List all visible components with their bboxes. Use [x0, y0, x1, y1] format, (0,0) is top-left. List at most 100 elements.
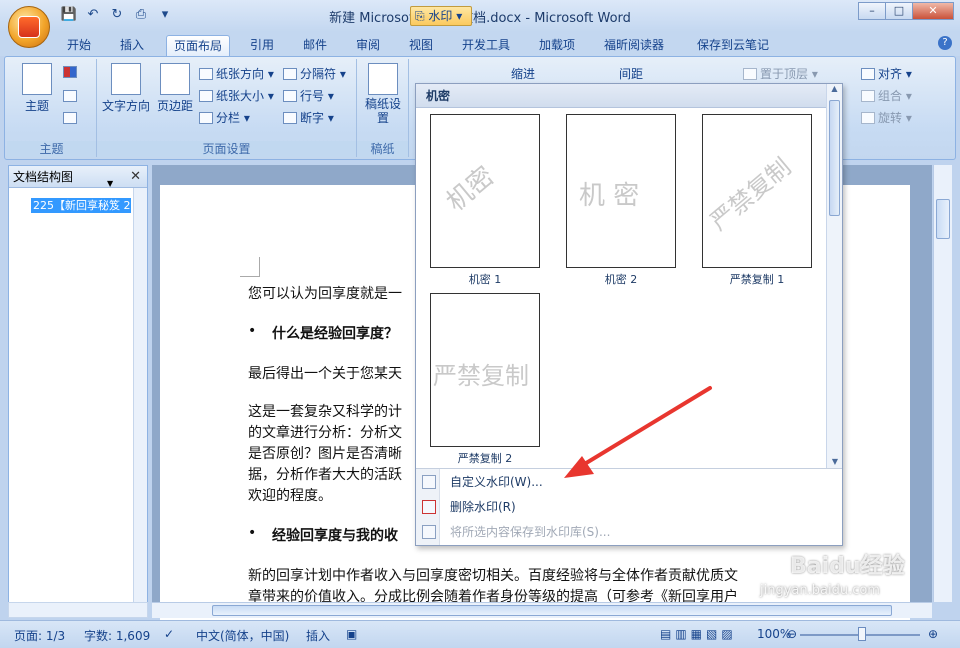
watermark-option-do-not-copy-1[interactable]: 严禁复制 严禁复制 1 — [702, 114, 812, 287]
tab-addins[interactable]: 加载项 — [532, 35, 582, 56]
document-hscrollbar[interactable] — [152, 602, 932, 618]
line-numbers-button[interactable]: 行号 ▾ — [283, 87, 334, 104]
orientation-button[interactable]: 纸张方向 ▾ — [199, 65, 274, 82]
office-button[interactable] — [8, 6, 50, 48]
status-insert-mode[interactable]: 插入 — [306, 627, 330, 644]
document-vscrollbar[interactable] — [933, 165, 952, 602]
window-title: 新建 Microsoft Word 文档.docx - Microsoft Wo… — [329, 11, 631, 26]
line-numbers-icon — [283, 90, 297, 102]
group-label-themes: 主题 — [7, 141, 96, 157]
zoom-out-icon[interactable]: ⊖ — [787, 627, 797, 641]
tab-mailings[interactable]: 邮件 — [296, 35, 334, 56]
tab-home[interactable]: 开始 — [60, 35, 98, 56]
watermark-preview: 严禁复制 — [702, 114, 812, 268]
tab-references[interactable]: 引用 — [243, 35, 281, 56]
tab-page-layout[interactable]: 页面布局 — [166, 35, 231, 56]
watermark-preview-text: 机密 — [441, 161, 501, 218]
document-map-hscrollbar[interactable] — [8, 602, 148, 618]
scroll-up-icon[interactable]: ▲ — [827, 84, 842, 93]
watermark-preview: 严禁复制 — [430, 293, 540, 447]
save-to-gallery-item[interactable]: 将所选内容保存到水印库(S)... — [416, 520, 842, 544]
bring-front-icon — [743, 68, 757, 80]
scroll-down-icon[interactable]: ▼ — [827, 457, 843, 466]
align-button[interactable]: 对齐 ▾ — [861, 65, 912, 82]
watermark-caption: 机密 1 — [468, 273, 502, 286]
document-map-scrollbar[interactable] — [133, 188, 147, 618]
indent-label: 缩进 — [511, 67, 536, 81]
margin-corner-mark — [240, 257, 260, 277]
zoom-slider-handle[interactable] — [858, 627, 866, 641]
watermark-icon: ⎘ — [415, 9, 429, 23]
size-button[interactable]: 纸张大小 ▾ — [199, 87, 274, 104]
watermark-caption: 机密 2 — [604, 273, 638, 286]
group-page-setup: 文字方向 页边距 纸张方向 ▾ 纸张大小 ▾ 分栏 ▾ 分隔符 ▾ 行号 ▾ 断… — [97, 59, 357, 157]
macro-record-icon[interactable]: ▣ — [346, 627, 357, 641]
rotate-icon — [861, 112, 875, 124]
tab-view[interactable]: 视图 — [402, 35, 440, 56]
doc-paragraph: 新的回享计划中作者收入与回享度密切相关。百度经验将与全体作者贡献优质文 — [248, 568, 738, 584]
tab-developer[interactable]: 开发工具 — [455, 35, 517, 56]
watermark-option-confidential-2[interactable]: 机 密 机密 2 — [566, 114, 676, 287]
rotate-button[interactable]: 旋转 ▾ — [861, 109, 912, 126]
office-logo-icon — [18, 16, 40, 38]
document-map-item[interactable]: 225【新回享秘笈 2 — [31, 198, 131, 213]
document-map-title: 文档结构图 — [13, 170, 74, 184]
hyphenation-button[interactable]: 断字 ▾ — [283, 109, 334, 126]
status-page[interactable]: 页面: 1/3 — [14, 627, 65, 644]
watermark-gallery: 机密 机密 机密 1 机 密 机密 2 严禁复制 严禁复制 1 严禁复制 严禁复… — [415, 83, 843, 546]
custom-watermark-item[interactable]: 自定义水印(W)... — [416, 470, 842, 494]
maximize-button[interactable]: □ — [885, 2, 913, 20]
watermark-preview: 机密 — [430, 114, 540, 268]
gallery-scrollbar[interactable]: ▲ ▼ — [826, 84, 842, 468]
text-direction-icon — [111, 63, 141, 95]
breaks-icon — [283, 68, 297, 80]
help-icon[interactable]: ? — [938, 36, 952, 50]
watermark-option-do-not-copy-2[interactable]: 严禁复制 严禁复制 2 — [430, 293, 540, 466]
doc-paragraph: 据，分析作者大大的活跃 — [248, 467, 402, 483]
themes-button[interactable]: 主题 — [17, 63, 57, 114]
text-direction-button[interactable]: 文字方向 — [101, 63, 151, 114]
minimize-button[interactable]: – — [858, 2, 886, 20]
bullet-icon: • — [248, 525, 257, 541]
document-map-close-icon[interactable]: ✕ — [130, 166, 141, 188]
margins-button[interactable]: 页边距 — [155, 63, 195, 114]
watermark-caption: 严禁复制 2 — [457, 452, 513, 465]
watermark-button[interactable]: ⎘ 水印 ▾ — [410, 6, 472, 26]
remove-watermark-icon — [422, 500, 436, 514]
spell-check-icon[interactable]: ✓ — [164, 627, 174, 641]
theme-effects-button[interactable] — [63, 111, 80, 125]
columns-button[interactable]: 分栏 ▾ — [199, 109, 250, 126]
custom-watermark-icon — [422, 475, 436, 489]
remove-watermark-item[interactable]: 删除水印(R) — [416, 495, 842, 519]
theme-fonts-icon — [63, 90, 77, 102]
group-label-page-setup: 页面设置 — [97, 141, 356, 157]
vscroll-thumb[interactable] — [936, 199, 950, 239]
draft-paper-button[interactable]: 稿纸设置 — [365, 63, 401, 125]
document-map-pane: 文档结构图 ▼ ✕ 225【新回享秘笈 2 — [8, 165, 148, 618]
theme-colors-button[interactable] — [63, 65, 80, 79]
tab-foxit-reader[interactable]: 福昕阅读器 — [597, 35, 671, 56]
hscroll-thumb[interactable] — [212, 605, 892, 616]
ribbon-tabs: 开始 插入 页面布局 引用 邮件 审阅 视图 开发工具 加载项 福昕阅读器 保存… — [0, 32, 960, 56]
close-button[interactable]: ✕ — [912, 2, 954, 20]
breaks-button[interactable]: 分隔符 ▾ — [283, 65, 346, 82]
bring-front-button[interactable]: 置于顶层 ▾ — [743, 65, 818, 82]
document-map-dropdown-icon[interactable]: ▼ — [107, 173, 113, 195]
save-to-gallery-icon — [422, 525, 436, 539]
tab-save-to-cloud[interactable]: 保存到云笔记 — [690, 35, 776, 56]
watermark-preview-text: 严禁复制 — [704, 152, 797, 236]
bullet-icon: • — [248, 323, 257, 339]
title-bar: 💾 ↶ ↻ ⎙ ▾ 新建 Microsoft Word 文档.docx - Mi… — [0, 0, 960, 32]
group-objects-button[interactable]: 组合 ▾ — [861, 87, 912, 104]
theme-fonts-button[interactable] — [63, 89, 80, 103]
watermark-preview-text: 机 密 — [579, 181, 640, 211]
doc-paragraph: 是否原创？图片是否清晰 — [248, 446, 402, 462]
view-buttons[interactable]: ▤▥▦▧▨ — [660, 627, 737, 641]
gallery-scroll-thumb[interactable] — [829, 100, 840, 216]
watermark-option-confidential-1[interactable]: 机密 机密 1 — [430, 114, 540, 287]
tab-review[interactable]: 审阅 — [349, 35, 387, 56]
status-words[interactable]: 字数: 1,609 — [84, 627, 150, 644]
tab-insert[interactable]: 插入 — [113, 35, 151, 56]
status-language[interactable]: 中文(简体，中国) — [196, 627, 289, 644]
zoom-in-icon[interactable]: ⊕ — [928, 627, 938, 641]
